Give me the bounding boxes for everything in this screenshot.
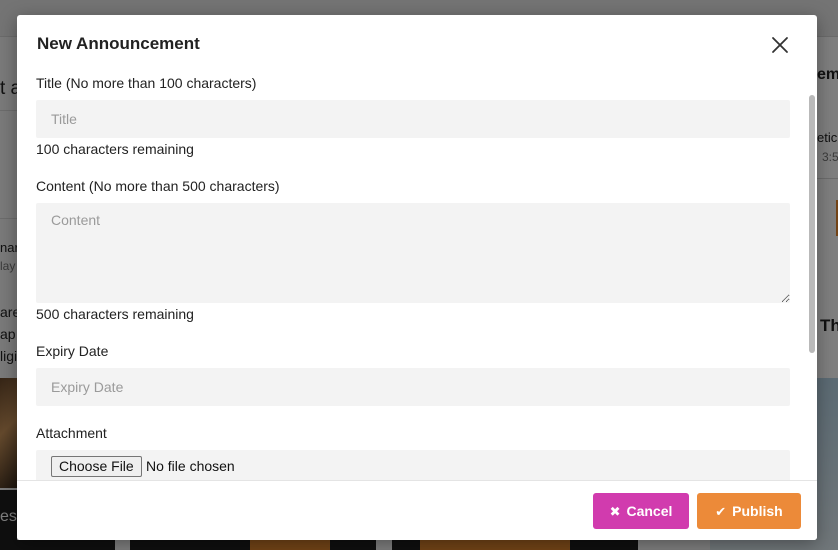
choose-file-button[interactable]: Choose File	[51, 456, 142, 477]
close-button[interactable]	[769, 34, 791, 56]
cancel-button[interactable]: ✖ Cancel	[593, 493, 689, 529]
file-status-text: No file chosen	[146, 458, 235, 474]
content-textarea[interactable]	[36, 203, 790, 303]
scrollbar-thumb[interactable]	[809, 95, 815, 353]
dialog-footer: ✖ Cancel ✔ Publish	[17, 480, 817, 540]
title-input[interactable]	[36, 100, 790, 138]
close-icon	[772, 37, 788, 53]
expiry-date-input[interactable]	[36, 368, 790, 406]
times-icon: ✖	[609, 503, 621, 519]
dialog-scrollbar[interactable]	[807, 95, 817, 355]
content-characters-remaining: 500 characters remaining	[36, 306, 194, 322]
attachment-label: Attachment	[36, 425, 107, 441]
expiry-date-label: Expiry Date	[36, 343, 109, 359]
publish-button-label: Publish	[732, 503, 783, 519]
dialog-body: Title (No more than 100 characters) 100 …	[17, 73, 817, 480]
content-label: Content (No more than 500 characters)	[36, 178, 280, 194]
check-icon: ✔	[715, 503, 727, 519]
publish-button[interactable]: ✔ Publish	[697, 493, 801, 529]
new-announcement-dialog: New Announcement Title (No more than 100…	[17, 15, 817, 540]
title-characters-remaining: 100 characters remaining	[36, 141, 194, 157]
attachment-file-input: Choose File No file chosen	[36, 450, 790, 480]
dialog-header: New Announcement	[17, 15, 817, 73]
dialog-title: New Announcement	[37, 34, 200, 53]
cancel-button-label: Cancel	[626, 503, 673, 519]
title-label: Title (No more than 100 characters)	[36, 75, 257, 91]
